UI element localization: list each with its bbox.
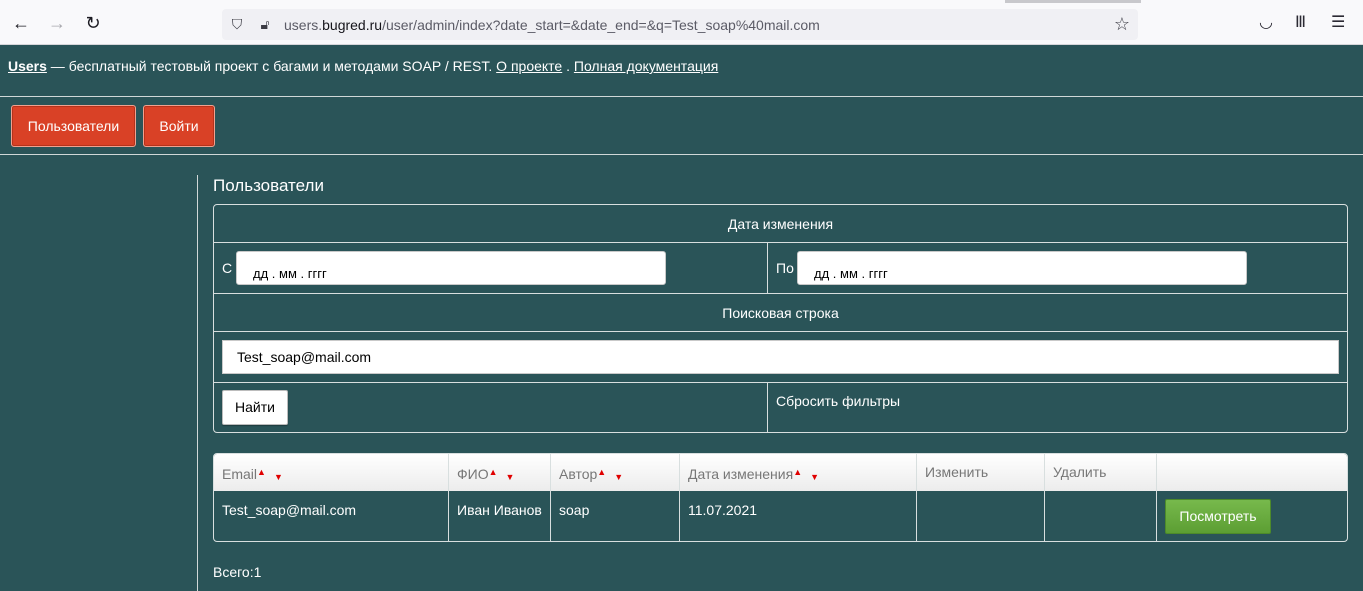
users-table: Email▲ ▼ ФИО▲ ▼ Автор▲ ▼ Дата изменения▲ ▼ И… [213,453,1348,542]
search-heading: Поисковая строка [214,294,1347,332]
date-range-row: С дд . мм . гггг По дд . мм . гггг [214,243,1347,294]
column-email[interactable]: Email▲ ▼ [214,454,449,491]
tab-strip-edge [1005,0,1141,3]
tagline: — бесплатный тестовый проект с багами и … [46,58,497,74]
menu-divider [0,154,1363,155]
reload-icon[interactable]: ↻ [82,12,104,34]
bookmark-star-icon[interactable]: ☆ [1114,14,1130,35]
docs-link[interactable]: Полная документация [574,58,718,74]
search-input[interactable]: Test_soap@mail.com [222,340,1339,374]
column-author-label: Автор [559,466,598,482]
sort-asc-icon[interactable]: ▲ [257,467,266,477]
sort-asc-icon[interactable]: ▲ [489,467,498,477]
column-actions [1157,454,1347,491]
column-edit: Изменить [917,454,1045,491]
cell-date: 11.07.2021 [680,491,917,541]
insecure-lock-icon[interactable]: 🔓︎ [256,15,274,33]
to-label: По [776,260,794,276]
back-arrow-icon[interactable]: ← [10,12,32,34]
column-email-label: Email [222,466,258,482]
actions-column-divider [767,383,768,433]
date-from-input[interactable]: дд . мм . гггг [236,251,666,285]
url-prefix: users. [284,17,323,33]
shield-icon[interactable]: ⛉ [228,15,246,33]
column-author[interactable]: Автор▲ ▼ [551,454,680,491]
brand-link[interactable]: Users [8,58,47,74]
column-name[interactable]: ФИО▲ ▼ [449,454,551,491]
url-domain: bugred.ru [322,17,383,33]
date-column-divider [767,243,768,294]
site-header: Users — бесплатный тестовый проект с баг… [8,58,718,74]
date-heading: Дата изменения [214,205,1347,243]
cell-name: Иван Иванов [449,491,551,541]
column-date-label: Дата изменения [688,466,794,482]
url-text[interactable]: users.bugred.ru/user/admin/index?date_st… [284,17,820,33]
column-delete: Удалить [1045,454,1157,491]
reset-filters-link[interactable]: Сбросить фильтры [776,393,900,409]
users-button[interactable]: Пользователи [11,105,136,147]
pocket-icon[interactable]: ◡ [1259,12,1273,34]
forward-arrow-icon[interactable]: → [46,12,68,34]
find-button[interactable]: Найти [222,390,288,425]
column-name-label: ФИО [457,466,489,482]
address-bar[interactable]: ⛉ 🔓︎ users.bugred.ru/user/admin/index?da… [222,9,1138,40]
from-label: С [222,260,233,276]
login-button[interactable]: Войти [143,105,215,147]
filter-panel: Дата изменения С дд . мм . гггг По дд . … [213,204,1348,433]
column-date[interactable]: Дата изменения▲ ▼ [680,454,917,491]
sidebar-divider [197,175,198,591]
about-link[interactable]: О проекте [496,58,562,74]
total-count: Всего:1 [213,564,262,580]
cell-email: Test_soap@mail.com [214,491,449,541]
header-divider [0,96,1363,97]
page-title: Пользователи [213,176,324,195]
sort-asc-icon[interactable]: ▲ [597,467,606,477]
cell-author: soap [551,491,680,541]
sort-desc-icon[interactable]: ▼ [506,472,515,482]
library-icon[interactable]: Ⅲ [1295,12,1306,34]
sort-desc-icon[interactable]: ▼ [274,472,283,482]
view-button[interactable]: Посмотреть [1165,499,1271,534]
hamburger-menu-icon[interactable]: ☰ [1331,12,1345,34]
sort-asc-icon[interactable]: ▲ [793,467,802,477]
cell-delete [1045,491,1157,541]
sort-desc-icon[interactable]: ▼ [614,472,623,482]
date-to-input[interactable]: дд . мм . гггг [797,251,1247,285]
sort-desc-icon[interactable]: ▼ [810,472,819,482]
header-separator: . [562,58,574,74]
cell-edit [917,491,1045,541]
url-path: /user/admin/index?date_start=&date_end=&… [382,17,820,33]
browser-toolbar: ← → ↻ ⛉ 🔓︎ users.bugred.ru/user/admin/in… [0,0,1363,45]
